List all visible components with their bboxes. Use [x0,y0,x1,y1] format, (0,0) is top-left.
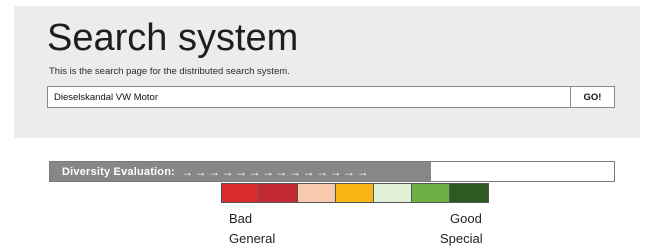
scale-label-bad: Bad [229,211,253,226]
scale-label-general: General [229,231,276,246]
go-button[interactable]: GO! [570,87,614,107]
scale-swatch-1 [222,184,260,202]
scale-swatch-3 [298,184,336,202]
scale-label-special: Special [440,231,483,246]
scale-swatch-7 [450,184,488,202]
scale-swatch-5 [374,184,412,202]
diversity-arrows: →→→→→→→→→→→→→→ [181,164,371,179]
diversity-color-scale [221,183,489,203]
scale-swatch-2 [260,184,298,202]
search-panel: Search system This is the search page fo… [14,6,640,138]
search-page: Search system This is the search page fo… [0,0,645,250]
search-input[interactable] [48,87,570,107]
search-box: GO! [47,86,615,108]
diversity-evaluation-fill: Diversity Evaluation: →→→→→→→→→→→→→→ [50,162,431,181]
page-subtitle: This is the search page for the distribu… [49,66,290,77]
page-title: Search system [47,17,299,59]
scale-swatch-4 [336,184,374,202]
scale-swatch-6 [412,184,450,202]
scale-label-good: Good [450,211,482,226]
diversity-evaluation-label: Diversity Evaluation: [62,165,176,178]
diversity-evaluation-bar: Diversity Evaluation: →→→→→→→→→→→→→→ [49,161,615,182]
